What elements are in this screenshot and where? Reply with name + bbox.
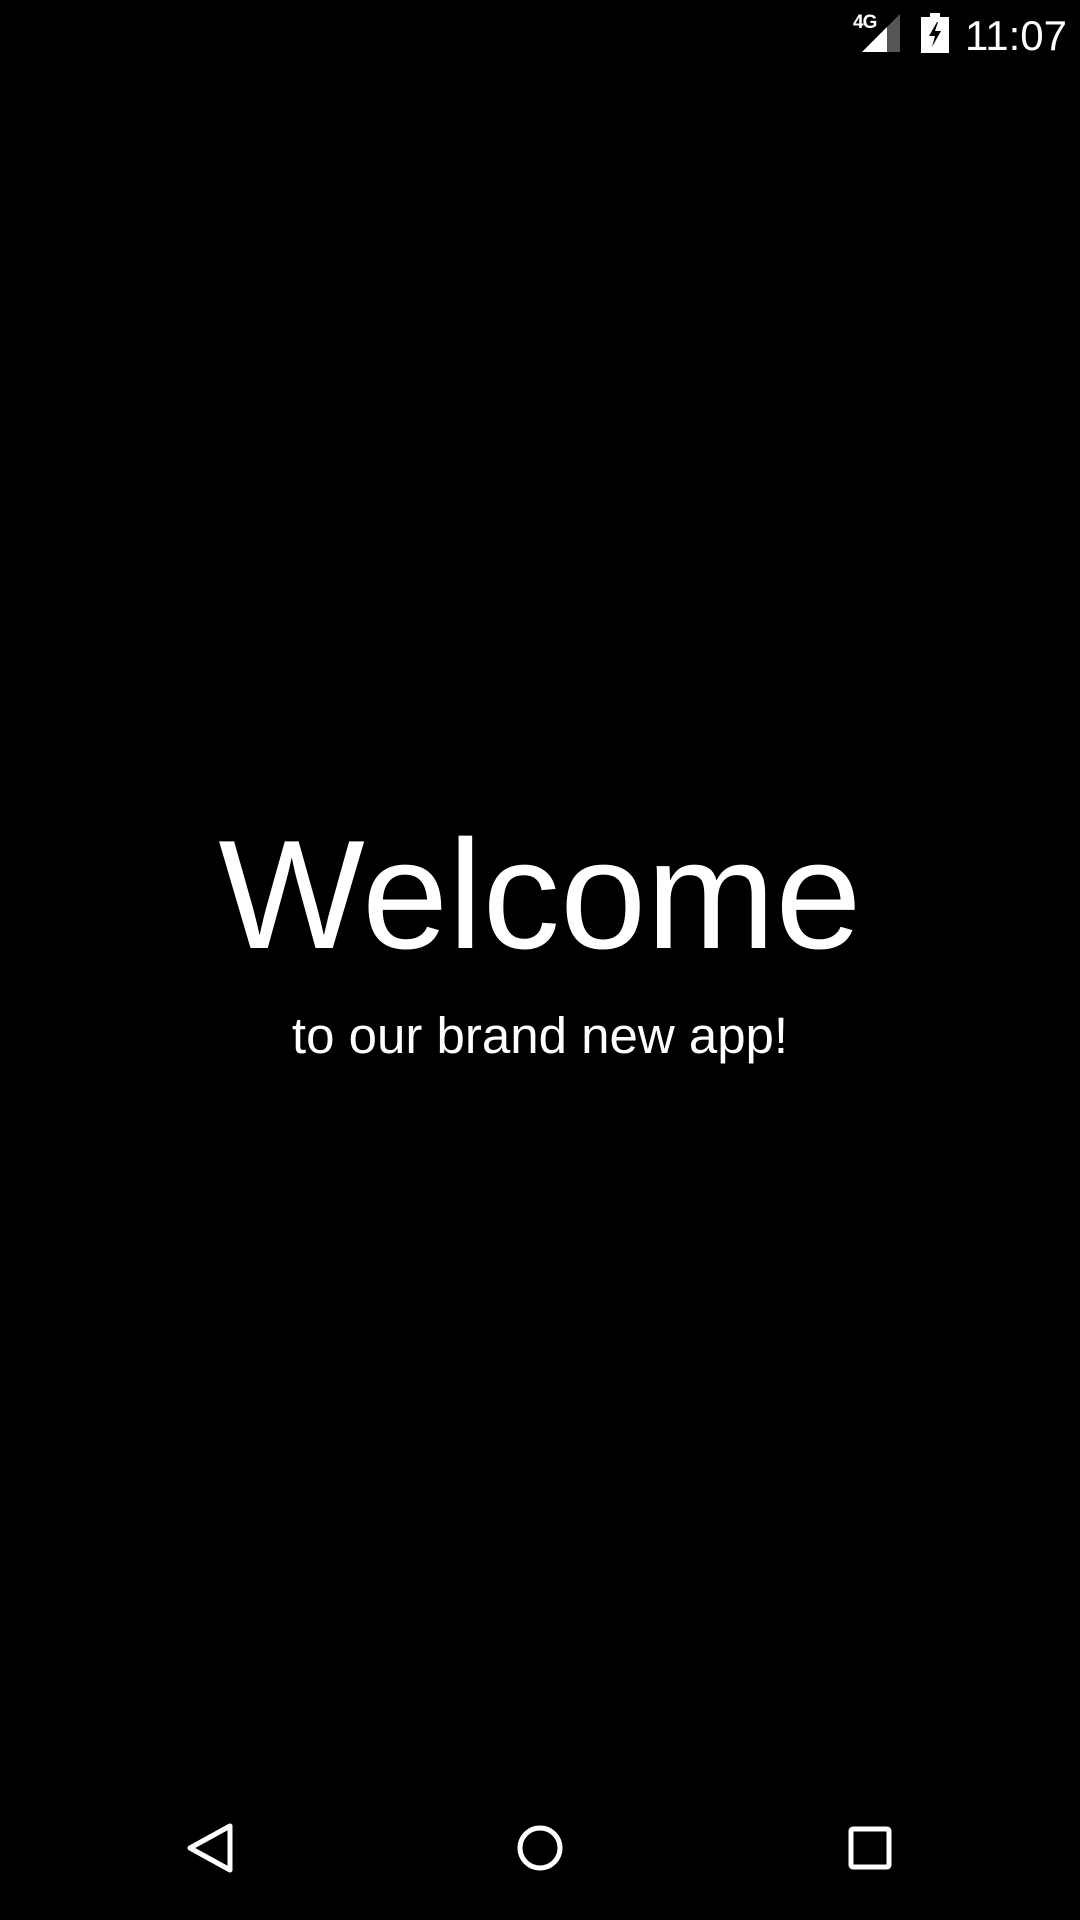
home-icon[interactable]	[508, 1816, 572, 1880]
recents-icon[interactable]	[838, 1816, 902, 1880]
welcome-title: Welcome	[218, 808, 862, 981]
battery-charging-icon	[921, 13, 949, 53]
clock: 11:07	[965, 12, 1067, 59]
signal-icon	[862, 14, 900, 52]
welcome-subtitle: to our brand new app!	[291, 1007, 789, 1064]
status-bar: 4G 11:07	[0, 0, 1080, 72]
back-icon[interactable]	[178, 1816, 242, 1880]
navigation-bar	[0, 1776, 1080, 1920]
